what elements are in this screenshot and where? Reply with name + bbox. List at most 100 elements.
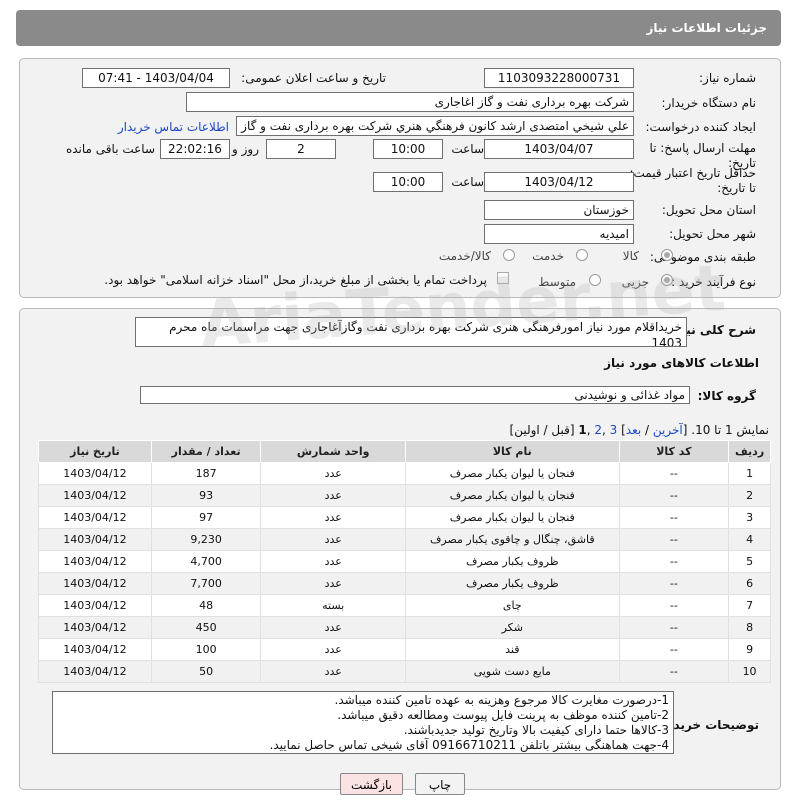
pagination-page-2[interactable]: 2 [594,423,602,437]
col-header-unit: واحد شمارش [260,440,406,463]
process-radio-medium[interactable] [589,274,601,286]
pagination-next-link[interactable]: بعد [626,423,641,437]
creator-field: علي شيخي امتصدی ارشد کانون فرهنگي هنري ش… [236,116,634,136]
days-label: روز و [232,142,259,156]
cell-unit: عدد [260,462,406,485]
goods-group-field: مواد غذائی و نوشیدنی [140,386,690,404]
cell-unit: عدد [260,484,406,507]
cell-code: -- [618,638,730,661]
category-option-goods: کالا [622,249,639,263]
cell-name: فنجان یا لیوان یکبار مصرف [405,462,620,485]
category-radio-service[interactable] [576,249,588,261]
back-button[interactable]: بازگشت [340,773,403,795]
table-row: 4 -- قاشق، چنگال و چاقوی یکبار مصرف عدد 9,23… [38,528,771,551]
cell-qty: 50 [150,660,262,683]
cell-row-number: 4 [728,528,771,551]
cell-date: 1403/04/12 [38,506,152,529]
announce-field: 1403/04/04 - 07:41 [82,68,230,88]
table-row: 8 -- شکر عدد 450 1403/04/12 [38,616,771,639]
cell-date: 1403/04/12 [38,528,152,551]
cell-row-number: 6 [728,572,771,595]
cell-qty: 4,700 [150,550,262,573]
cell-code: -- [618,594,730,617]
cell-name: فنجان یا لیوان یکبار مصرف [405,506,620,529]
contact-buyer-link[interactable]: اطلاعات تماس خریدار [118,120,229,134]
table-row: 6 -- ظروف یکبار مصرف عدد 7,700 1403/04/12 [38,572,771,595]
cell-unit: عدد [260,638,406,661]
cell-unit: عدد [260,528,406,551]
cell-code: -- [618,484,730,507]
cell-row-number: 8 [728,616,771,639]
remaining-label: ساعت باقی مانده [65,142,155,156]
cell-qty: 48 [150,594,262,617]
page-header: جزئیات اطلاعات نیاز [16,10,781,46]
category-radio-goods[interactable] [661,249,673,261]
cell-qty: 97 [150,506,262,529]
col-header-name: نام کالا [405,440,620,463]
cell-date: 1403/04/12 [38,594,152,617]
cell-row-number: 2 [728,484,771,507]
cell-code: -- [618,462,730,485]
remaining-time-field: 22:02:16 [160,139,230,159]
category-option-goods-service: کالا/خدمت [438,249,491,263]
cell-name: قند [405,638,620,661]
creator-label: ایجاد کننده درخواست: [645,120,756,134]
table-row: 3 -- فنجان یا لیوان یکبار مصرف عدد 97 1403/04… [38,506,771,529]
cell-row-number: 1 [728,462,771,485]
payment-note: پرداخت تمام یا بخشی از مبلغ خرید،از محل … [104,273,487,287]
reply-time-field: 10:00 [373,139,443,159]
pagination-last-link[interactable]: آخرین [653,423,683,437]
goods-table: ردیف کد کالا نام کالا واحد شمارش تعداد /… [38,440,771,683]
cell-qty: 450 [150,616,262,639]
process-radio-minor[interactable] [661,274,673,286]
days-field: 2 [266,139,336,159]
city-label: شهر محل تحویل: [669,227,756,241]
treasury-payment-checkbox[interactable] [497,272,509,284]
table-row: 2 -- فنجان یا لیوان یکبار مصرف عدد 93 1403/04… [38,484,771,507]
buyer-notes-textarea[interactable]: 1-درصورت مغایرت کالا مرجوع وهزینه به عهد… [52,691,674,754]
price-validity-label: حداقل تاریخ اعتبار قیمت: تا تاریخ: [629,166,756,195]
pagination: نمایش 1 تا 10. [آخرین / بعد] 3 ,2 ,1 [قب… [509,423,769,437]
process-label: نوع فرآیند خرید : [671,275,756,289]
cell-date: 1403/04/12 [38,572,152,595]
reply-date-field: 1403/04/07 [484,139,634,159]
announce-label: تاریخ و ساعت اعلان عمومی: [241,71,386,85]
summary-textarea[interactable]: خریداقلام مورد نیاز امورفرهنگی هنری شرکت… [135,317,687,347]
table-row: 7 -- چای بسته 48 1403/04/12 [38,594,771,617]
col-header-date: تاریخ نیاز [38,440,152,463]
cell-qty: 100 [150,638,262,661]
cell-code: -- [618,528,730,551]
cell-unit: عدد [260,660,406,683]
cell-date: 1403/04/12 [38,462,152,485]
cell-code: -- [618,660,730,683]
cell-name: چای [405,594,620,617]
cell-unit: عدد [260,506,406,529]
cell-name: قاشق، چنگال و چاقوی یکبار مصرف [405,528,620,551]
cell-row-number: 3 [728,506,771,529]
cell-unit: عدد [260,572,406,595]
cell-unit: عدد [260,616,406,639]
cell-unit: بسته [260,594,406,617]
notes-line: 2-تامین کننده موظف به پرینت فایل پیوست و… [337,708,669,722]
cell-row-number: 5 [728,550,771,573]
category-radio-goods-service[interactable] [503,249,515,261]
cell-qty: 187 [150,462,262,485]
col-header-qty: تعداد / مقدار [150,440,262,463]
notes-line: 4-جهت هماهنگی بیشتر باتلفن 09166710211 آ… [269,738,669,752]
print-button[interactable]: چاپ [415,773,465,795]
cell-date: 1403/04/12 [38,660,152,683]
col-header-code: کد کالا [618,440,730,463]
buyer-org-field: شرکت بهره برداری نفت و گاز اغاجاری [186,92,634,112]
table-row: 5 -- ظروف یکبار مصرف عدد 4,700 1403/04/12 [38,550,771,573]
cell-qty: 7,700 [150,572,262,595]
cell-row-number: 7 [728,594,771,617]
need-number-label: شماره نیاز: [699,71,756,85]
cell-qty: 9,230 [150,528,262,551]
process-option-minor: جزیی [621,275,649,289]
reply-time-label: ساعت [451,142,484,156]
cell-unit: عدد [260,550,406,573]
goods-group-label: گروه کالا: [697,389,756,403]
buyer-org-label: نام دستگاه خریدار: [661,96,757,110]
col-header-row-number: ردیف [728,440,771,463]
price-time-field: 10:00 [373,172,443,192]
